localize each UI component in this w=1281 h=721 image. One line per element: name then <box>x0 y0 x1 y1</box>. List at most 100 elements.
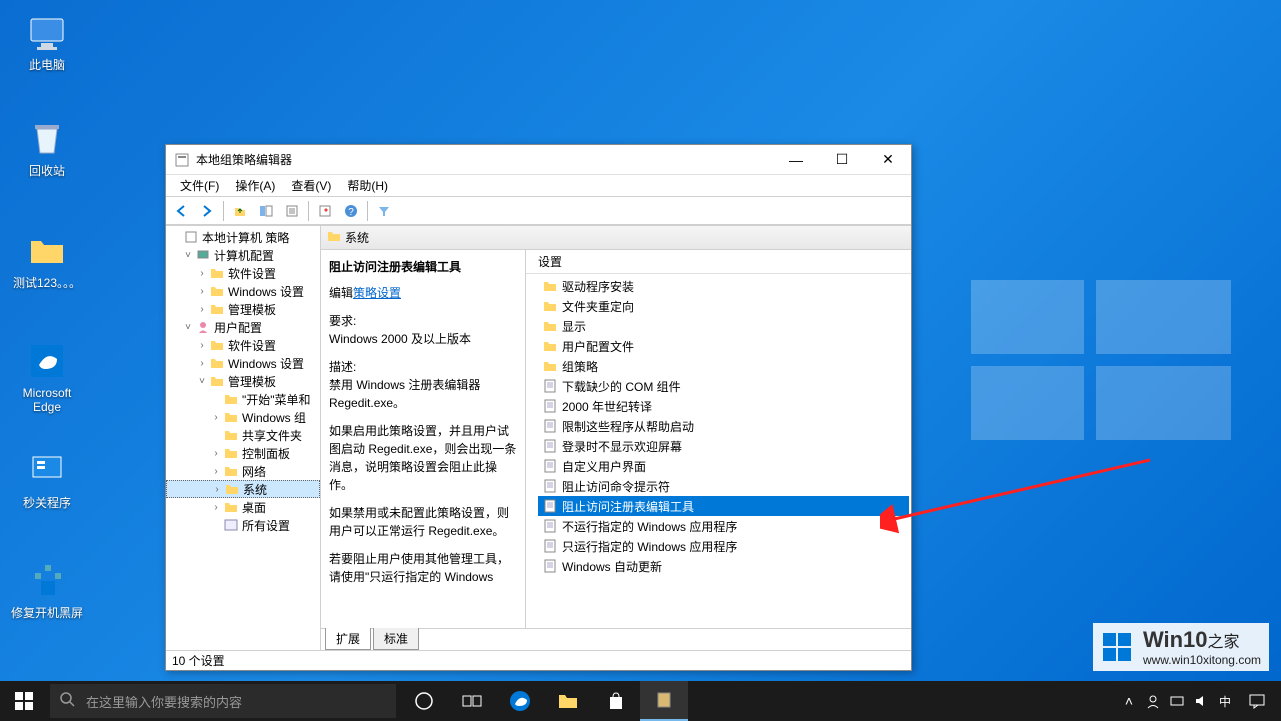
properties-button[interactable] <box>313 200 337 222</box>
policy-icon <box>542 539 558 553</box>
tab-standard[interactable]: 标准 <box>373 628 419 650</box>
setting-title: 阻止访问注册表编辑工具 <box>329 258 517 276</box>
minimize-button[interactable]: — <box>773 145 819 175</box>
policy-icon <box>542 439 558 453</box>
menu-action[interactable]: 操作(A) <box>227 175 283 196</box>
settings-list: 驱动程序安装文件夹重定向显示用户配置文件组策略下载缺少的 COM 组件2000 … <box>526 274 911 628</box>
watermark: Win10之家 www.win10xitong.com <box>1093 623 1269 671</box>
taskbar-search[interactable]: 在这里输入你要搜索的内容 <box>50 684 396 718</box>
tree-start-menu[interactable]: "开始"菜单和 <box>166 390 320 408</box>
setting-item[interactable]: 用户配置文件 <box>538 336 909 356</box>
tree-computer-cfg[interactable]: ˅计算机配置 <box>166 246 320 264</box>
task-view-icon[interactable] <box>448 681 496 721</box>
setting-item[interactable]: 登录时不显示欢迎屏幕 <box>538 436 909 456</box>
app-icon <box>174 152 190 168</box>
svg-text:?: ? <box>348 207 354 218</box>
menu-help[interactable]: 帮助(H) <box>339 175 396 196</box>
tray-people-icon[interactable] <box>1141 681 1165 721</box>
setting-item[interactable]: 文件夹重定向 <box>538 296 909 316</box>
cortana-icon[interactable] <box>400 681 448 721</box>
setting-item[interactable]: 自定义用户界面 <box>538 456 909 476</box>
menu-file[interactable]: 文件(F) <box>172 175 227 196</box>
show-hide-tree-button[interactable] <box>254 200 278 222</box>
detail-pane: 系统 阻止访问注册表编辑工具 编辑策略设置 要求: Windows 2000 及… <box>321 226 911 650</box>
tree-desktop[interactable]: ›桌面 <box>166 498 320 516</box>
setting-item[interactable]: 显示 <box>538 316 909 336</box>
setting-item[interactable]: 2000 年世纪转译 <box>538 396 909 416</box>
system-tray: ˄ 中 <box>1117 681 1281 721</box>
tree-admin-tpl-1[interactable]: ›管理模板 <box>166 300 320 318</box>
close-button[interactable]: ✕ <box>865 145 911 175</box>
detail-header: 系统 <box>321 226 911 250</box>
toolbar: ? <box>166 197 911 225</box>
folder-icon <box>542 359 558 373</box>
tree-windows-2[interactable]: ›Windows 设置 <box>166 354 320 372</box>
forward-button[interactable] <box>195 200 219 222</box>
tray-ime-icon[interactable]: 中 <box>1213 681 1237 721</box>
tree-shared[interactable]: 共享文件夹 <box>166 426 320 444</box>
setting-item[interactable]: 不运行指定的 Windows 应用程序 <box>538 516 909 536</box>
setting-item[interactable]: 下载缺少的 COM 组件 <box>538 376 909 396</box>
filter-icon[interactable] <box>372 200 396 222</box>
start-button[interactable] <box>0 681 48 721</box>
tree-pane: 本地计算机 策略 ˅计算机配置 ›软件设置 ›Windows 设置 ›管理模板 … <box>166 226 321 650</box>
store-taskbar-icon[interactable] <box>592 681 640 721</box>
policy-icon <box>542 419 558 433</box>
desktop-icon-recycle-bin[interactable]: 回收站 <box>10 118 84 178</box>
setting-item[interactable]: 只运行指定的 Windows 应用程序 <box>538 536 909 556</box>
notification-icon[interactable] <box>1237 681 1277 721</box>
help-icon[interactable]: ? <box>339 200 363 222</box>
setting-item[interactable]: Windows 自动更新 <box>538 556 909 576</box>
statusbar: 10 个设置 <box>166 650 911 670</box>
settings-column-header[interactable]: 设置 <box>526 250 911 274</box>
desktop-icon-this-pc[interactable]: 此电脑 <box>10 12 84 72</box>
bottom-tabs: 扩展 标准 <box>321 628 911 650</box>
menubar: 文件(F) 操作(A) 查看(V) 帮助(H) <box>166 175 911 197</box>
taskbar: 在这里输入你要搜索的内容 ˄ 中 <box>0 681 1281 721</box>
setting-item[interactable]: 组策略 <box>538 356 909 376</box>
back-button[interactable] <box>169 200 193 222</box>
tab-extended[interactable]: 扩展 <box>325 628 371 650</box>
folder-icon <box>542 279 558 293</box>
policy-icon <box>542 379 558 393</box>
policy-icon <box>542 559 558 573</box>
desktop-icon-fix-boot[interactable]: 修复开机黑屏 <box>10 560 84 620</box>
search-icon <box>60 692 76 711</box>
policy-icon <box>542 499 558 513</box>
tree-user-cfg[interactable]: ˅用户配置 <box>166 318 320 336</box>
gpedit-taskbar-icon[interactable] <box>640 681 688 721</box>
desktop-icon-close-seconds[interactable]: 秒关程序 <box>10 450 84 510</box>
titlebar[interactable]: 本地组策略编辑器 — ☐ ✕ <box>166 145 911 175</box>
export-list-button[interactable] <box>280 200 304 222</box>
tree-software-2[interactable]: ›软件设置 <box>166 336 320 354</box>
tree-software-1[interactable]: ›软件设置 <box>166 264 320 282</box>
setting-item[interactable]: 驱动程序安装 <box>538 276 909 296</box>
tray-up-icon[interactable]: ˄ <box>1117 681 1141 721</box>
tree-control-panel[interactable]: ›控制面板 <box>166 444 320 462</box>
folder-icon <box>542 339 558 353</box>
edit-policy-link[interactable]: 策略设置 <box>353 286 401 300</box>
explorer-taskbar-icon[interactable] <box>544 681 592 721</box>
maximize-button[interactable]: ☐ <box>819 145 865 175</box>
setting-item[interactable]: 阻止访问命令提示符 <box>538 476 909 496</box>
folder-icon <box>542 319 558 333</box>
setting-item[interactable]: 限制这些程序从帮助启动 <box>538 416 909 436</box>
tree-network[interactable]: ›网络 <box>166 462 320 480</box>
tree-win-comp[interactable]: ›Windows 组 <box>166 408 320 426</box>
desktop-icon-test-folder[interactable]: 测试123。。。 <box>10 230 84 290</box>
tray-network-icon[interactable] <box>1165 681 1189 721</box>
setting-item[interactable]: 阻止访问注册表编辑工具 <box>538 496 909 516</box>
policy-icon <box>542 479 558 493</box>
menu-view[interactable]: 查看(V) <box>283 175 339 196</box>
tree-windows-1[interactable]: ›Windows 设置 <box>166 282 320 300</box>
edge-taskbar-icon[interactable] <box>496 681 544 721</box>
tree-system[interactable]: ›系统 <box>166 480 320 498</box>
up-button[interactable] <box>228 200 252 222</box>
tray-volume-icon[interactable] <box>1189 681 1213 721</box>
tree-root[interactable]: 本地计算机 策略 <box>166 228 320 246</box>
folder-icon <box>542 299 558 313</box>
settings-pane: 设置 驱动程序安装文件夹重定向显示用户配置文件组策略下载缺少的 COM 组件20… <box>526 250 911 628</box>
desktop-icon-edge[interactable]: Microsoft Edge <box>10 340 84 414</box>
tree-all-settings[interactable]: 所有设置 <box>166 516 320 534</box>
tree-admin-tpl-2[interactable]: ˅管理模板 <box>166 372 320 390</box>
